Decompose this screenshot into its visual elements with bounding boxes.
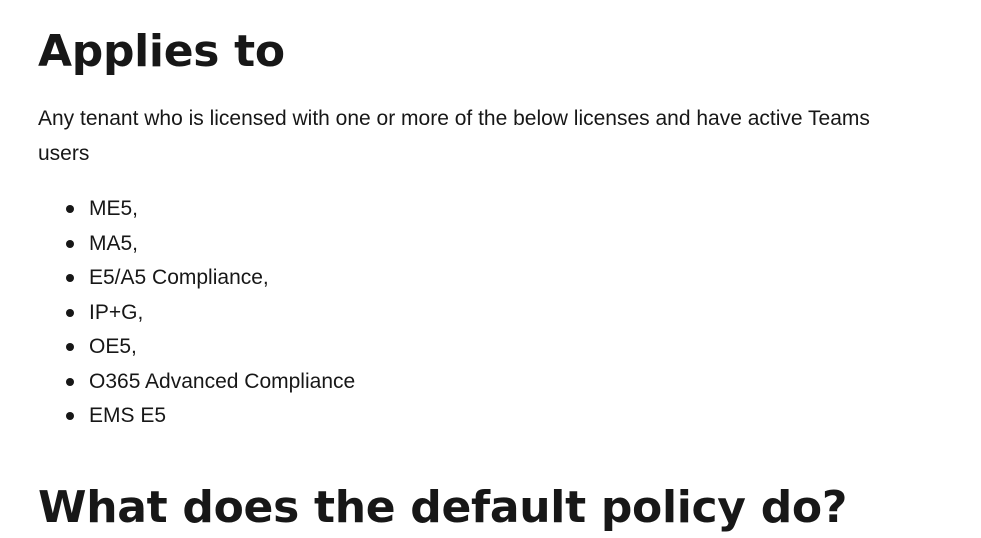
license-label: EMS E5	[89, 404, 167, 427]
list-item: ME5,	[66, 192, 355, 227]
list-item: OE5,	[66, 330, 355, 365]
bullet-icon	[66, 377, 74, 386]
license-label: MA5,	[89, 231, 139, 255]
license-label: IP+G,	[89, 300, 144, 324]
heading-applies-to: Applies to	[38, 26, 285, 77]
license-label: OE5,	[89, 335, 137, 358]
bullet-icon	[66, 239, 74, 248]
list-item: O365 Advanced Compliance	[66, 365, 356, 400]
heading-default-policy: What does the default policy do?	[38, 482, 848, 533]
bullet-icon	[66, 274, 74, 282]
bullet-icon	[66, 205, 74, 213]
bullet-icon	[66, 412, 74, 420]
license-label: ME5,	[89, 197, 139, 220]
list-item: MA5,	[66, 227, 355, 262]
license-list: ME5, MA5, E5/A5 Compliance, IP+G, OE5, O…	[38, 192, 355, 434]
list-item: IP+G,	[66, 296, 355, 331]
applies-intro-text: Any tenant who is licensed with one or m…	[38, 107, 870, 165]
list-item: EMS E5	[66, 399, 355, 434]
bullet-icon	[66, 343, 74, 351]
license-label: E5/A5 Compliance,	[89, 266, 269, 289]
list-item: E5/A5 Compliance,	[66, 261, 355, 296]
license-label: O365 Advanced Compliance	[89, 369, 356, 393]
bullet-icon	[66, 308, 74, 317]
